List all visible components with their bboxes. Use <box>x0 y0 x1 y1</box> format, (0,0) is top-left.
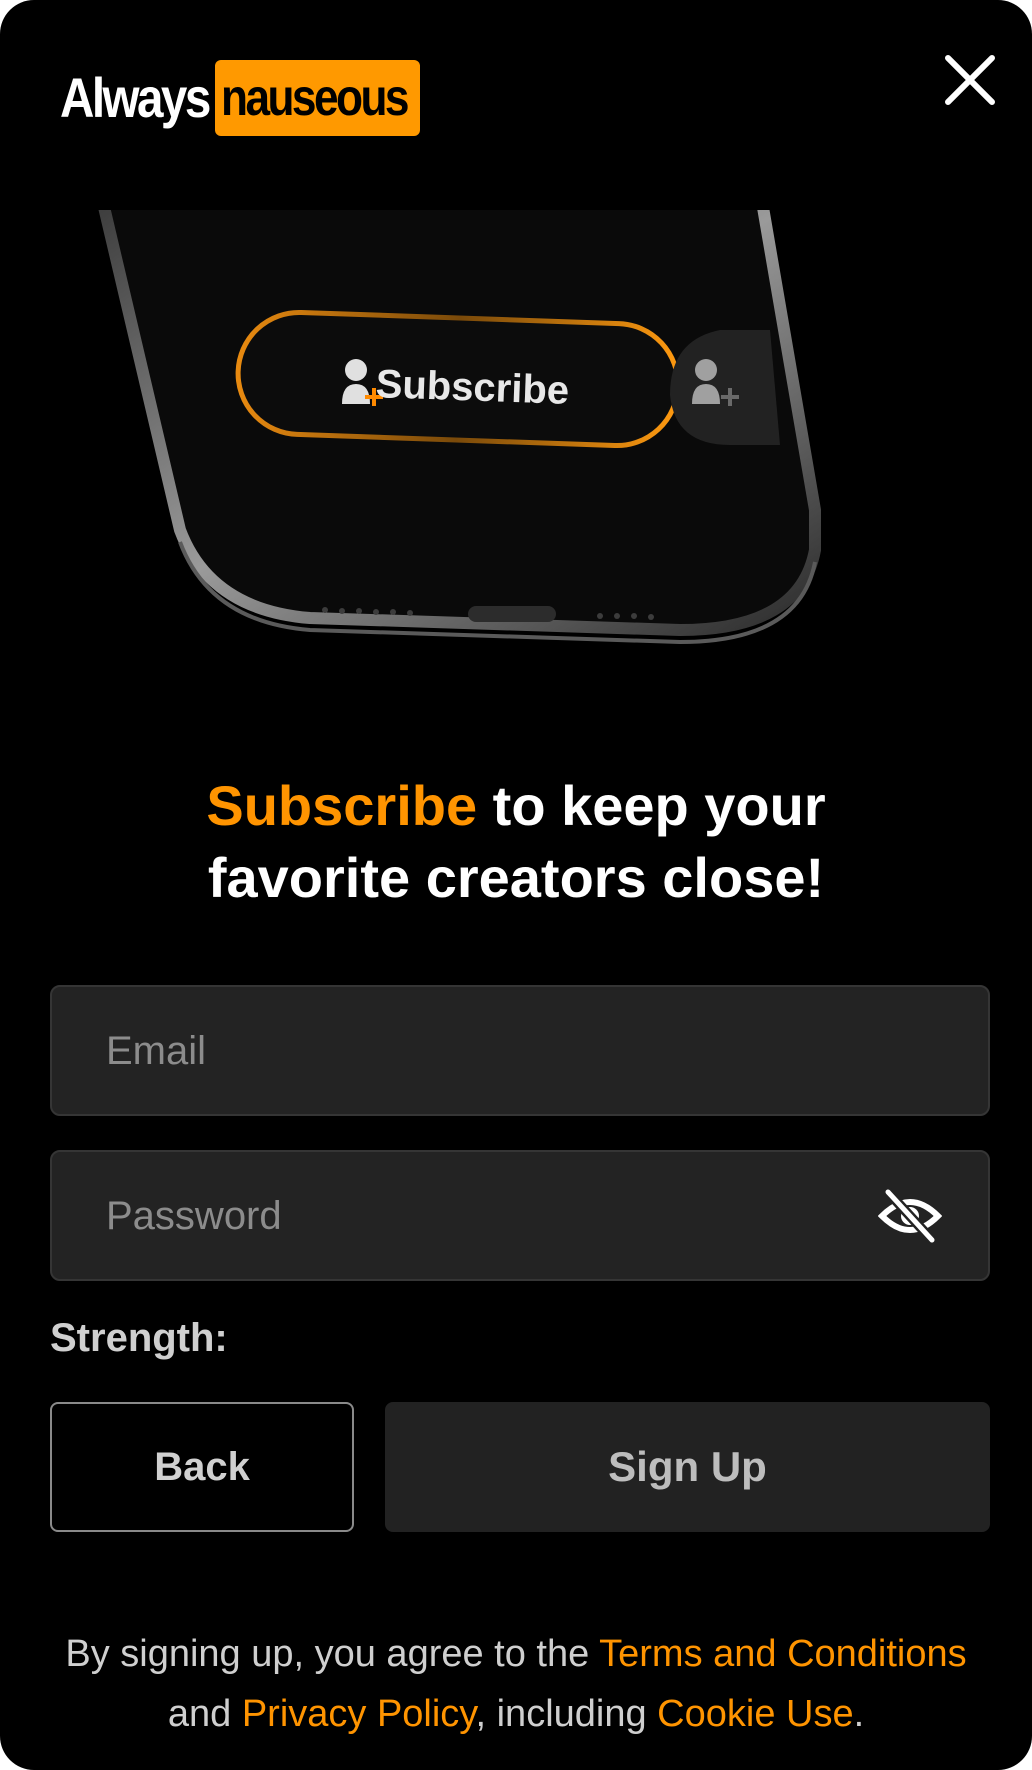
hero-subscribe-pill: Subscribe <box>235 309 681 449</box>
headline: Subscribe to keep your favorite creators… <box>0 770 1032 914</box>
signup-button[interactable]: Sign Up <box>385 1402 990 1532</box>
password-input[interactable] <box>104 1152 888 1281</box>
toggle-password-visibility[interactable] <box>877 1186 943 1246</box>
cookie-link[interactable]: Cookie Use <box>657 1693 853 1735</box>
brand-logo[interactable]: Always nauseous <box>60 60 420 136</box>
hero-illustration: Subscribe <box>80 184 960 730</box>
password-field[interactable] <box>50 1150 990 1281</box>
email-field[interactable] <box>50 985 990 1116</box>
email-input[interactable] <box>104 987 888 1116</box>
headline-accent: Subscribe <box>206 774 478 837</box>
logo-text-left: Always <box>60 66 211 129</box>
back-button[interactable]: Back <box>50 1402 354 1532</box>
svg-text:Subscribe: Subscribe <box>375 362 570 413</box>
legal-notice: By signing up, you agree to the Terms an… <box>65 1633 967 1735</box>
close-button[interactable] <box>940 50 1000 110</box>
eye-slash-icon <box>877 1188 943 1244</box>
headline-line2: favorite creators close! <box>207 846 825 909</box>
password-strength-label: Strength: <box>50 1316 228 1360</box>
signup-modal: Always nauseous Subscribe Subscribe to k… <box>0 0 1032 1770</box>
logo-text-right: nauseous <box>215 60 420 136</box>
terms-link[interactable]: Terms and Conditions <box>599 1633 967 1675</box>
privacy-link[interactable]: Privacy Policy <box>242 1693 476 1735</box>
close-icon <box>945 55 995 105</box>
headline-line1: to keep your <box>477 774 826 837</box>
